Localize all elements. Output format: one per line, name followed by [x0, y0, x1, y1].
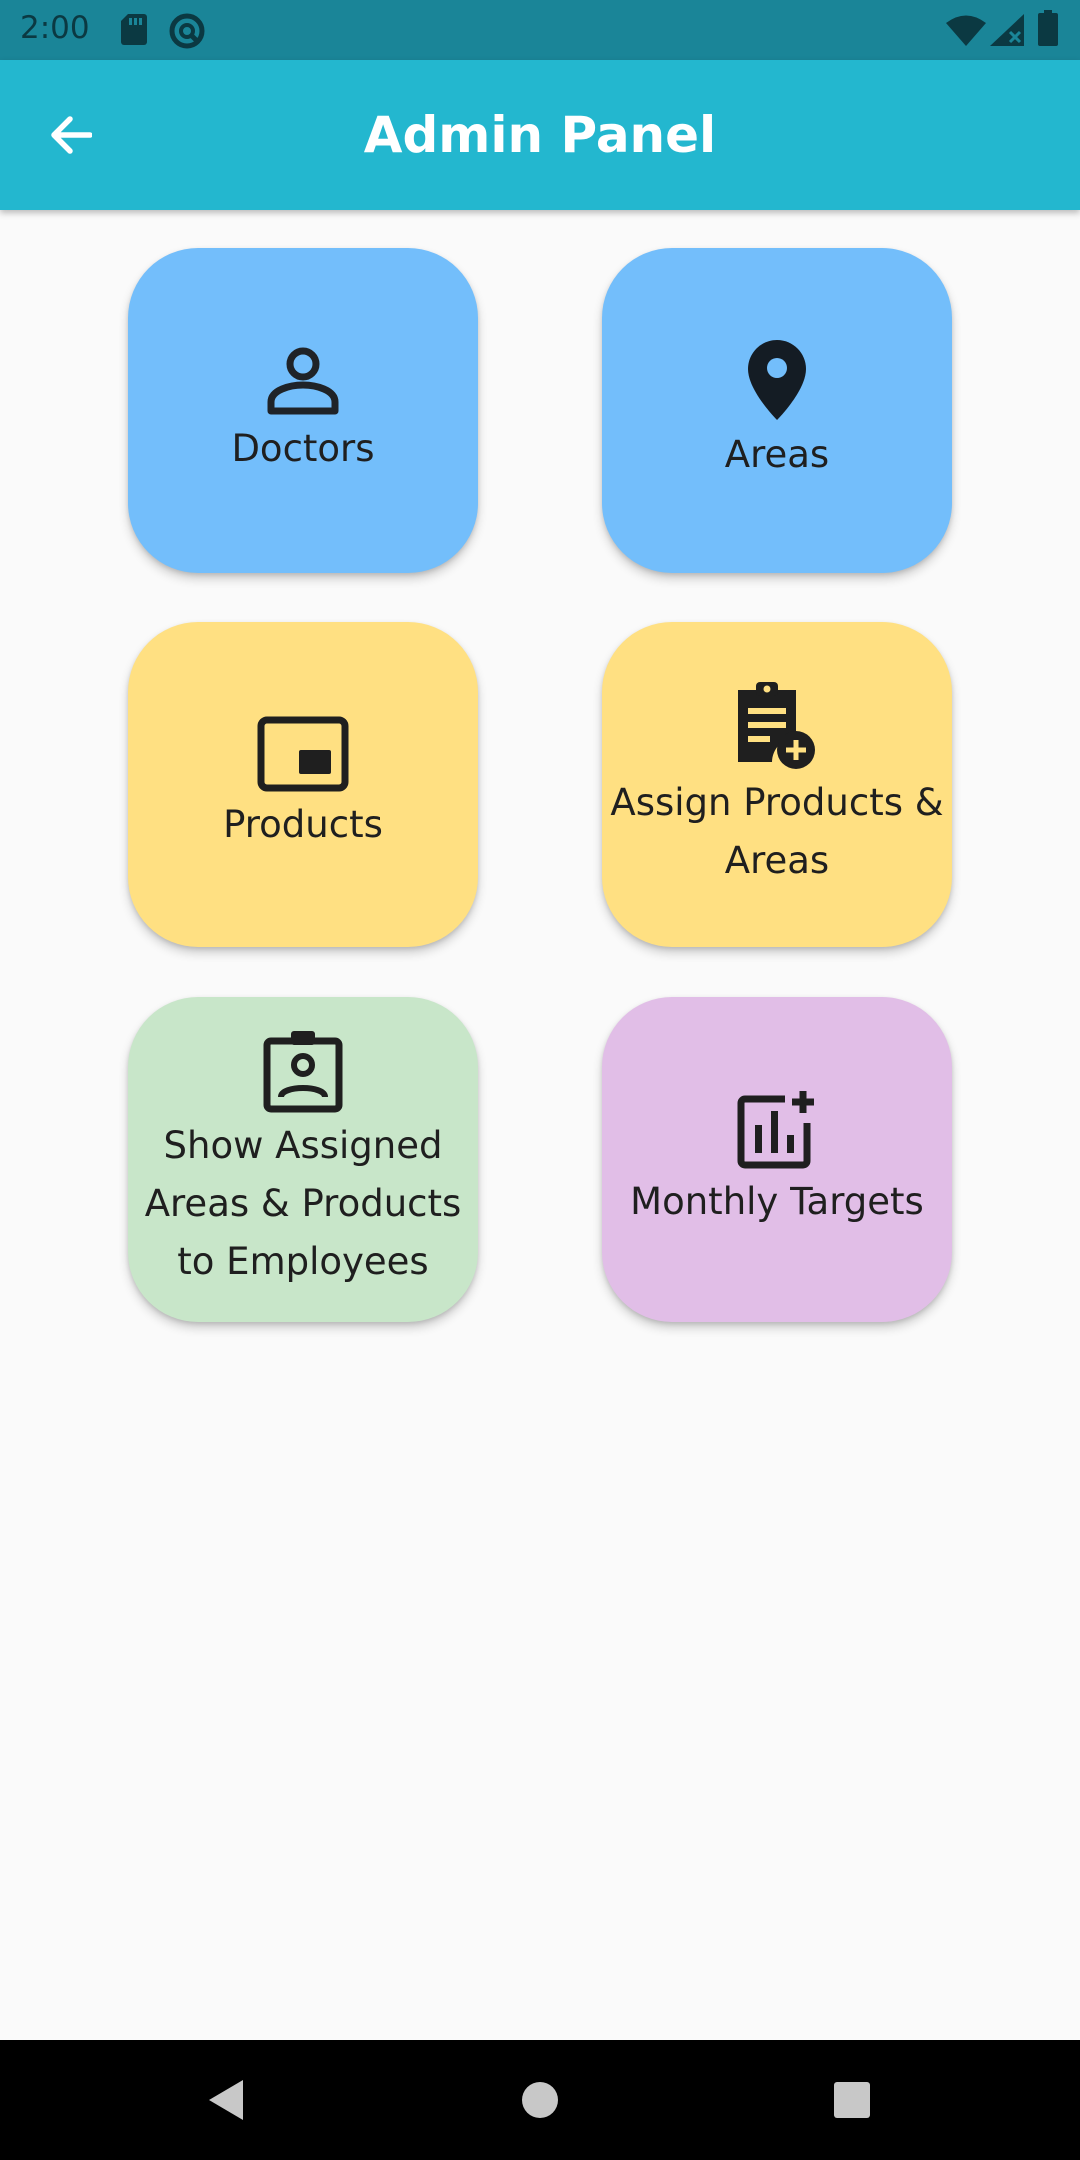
nav-back-button[interactable]: [185, 2060, 265, 2140]
status-bar: 2:00: [0, 0, 1080, 60]
signal-icon: [990, 14, 1024, 50]
tile-doctors[interactable]: Doctors: [128, 248, 478, 573]
tile-label: Doctors: [231, 426, 375, 470]
back-triangle-icon: [209, 2080, 243, 2120]
sd-card-icon: [120, 12, 148, 50]
arrow-back-icon: [51, 116, 92, 154]
tile-label: Assign Products & Areas: [610, 780, 944, 882]
tile-areas[interactable]: Areas: [602, 248, 952, 573]
add-chart-icon: [737, 1090, 814, 1168]
badge-icon: [263, 1030, 343, 1112]
person-icon: [267, 347, 339, 414]
location-pin-icon: [748, 339, 806, 420]
status-time: 2:00: [20, 10, 90, 46]
tile-label: Products: [223, 802, 383, 846]
home-circle-icon: [522, 2082, 558, 2118]
navigation-bar: [0, 2040, 1080, 2160]
tile-label: Show Assigned Areas & Products to Employ…: [144, 1123, 462, 1283]
nav-recents-button[interactable]: [812, 2060, 892, 2140]
wifi-icon: [946, 14, 986, 50]
picture-in-picture-icon: [257, 716, 349, 791]
tile-monthly-targets[interactable]: Monthly Targets: [602, 997, 952, 1322]
page-title: Admin Panel: [363, 106, 717, 164]
battery-icon: [1038, 10, 1058, 50]
tile-label: Areas: [724, 432, 830, 476]
tile-assign-products-areas[interactable]: Assign Products & Areas: [602, 622, 952, 947]
recents-square-icon: [834, 2082, 870, 2118]
app-bar: Admin Panel: [0, 60, 1080, 210]
clipboard-add-icon: [738, 681, 815, 769]
sync-icon: [168, 12, 206, 54]
tile-products[interactable]: Products: [128, 622, 478, 947]
tile-label: Monthly Targets: [630, 1179, 924, 1223]
tile-show-assigned[interactable]: Show Assigned Areas & Products to Employ…: [128, 997, 478, 1322]
back-button[interactable]: [30, 95, 110, 175]
nav-home-button[interactable]: [500, 2060, 580, 2140]
